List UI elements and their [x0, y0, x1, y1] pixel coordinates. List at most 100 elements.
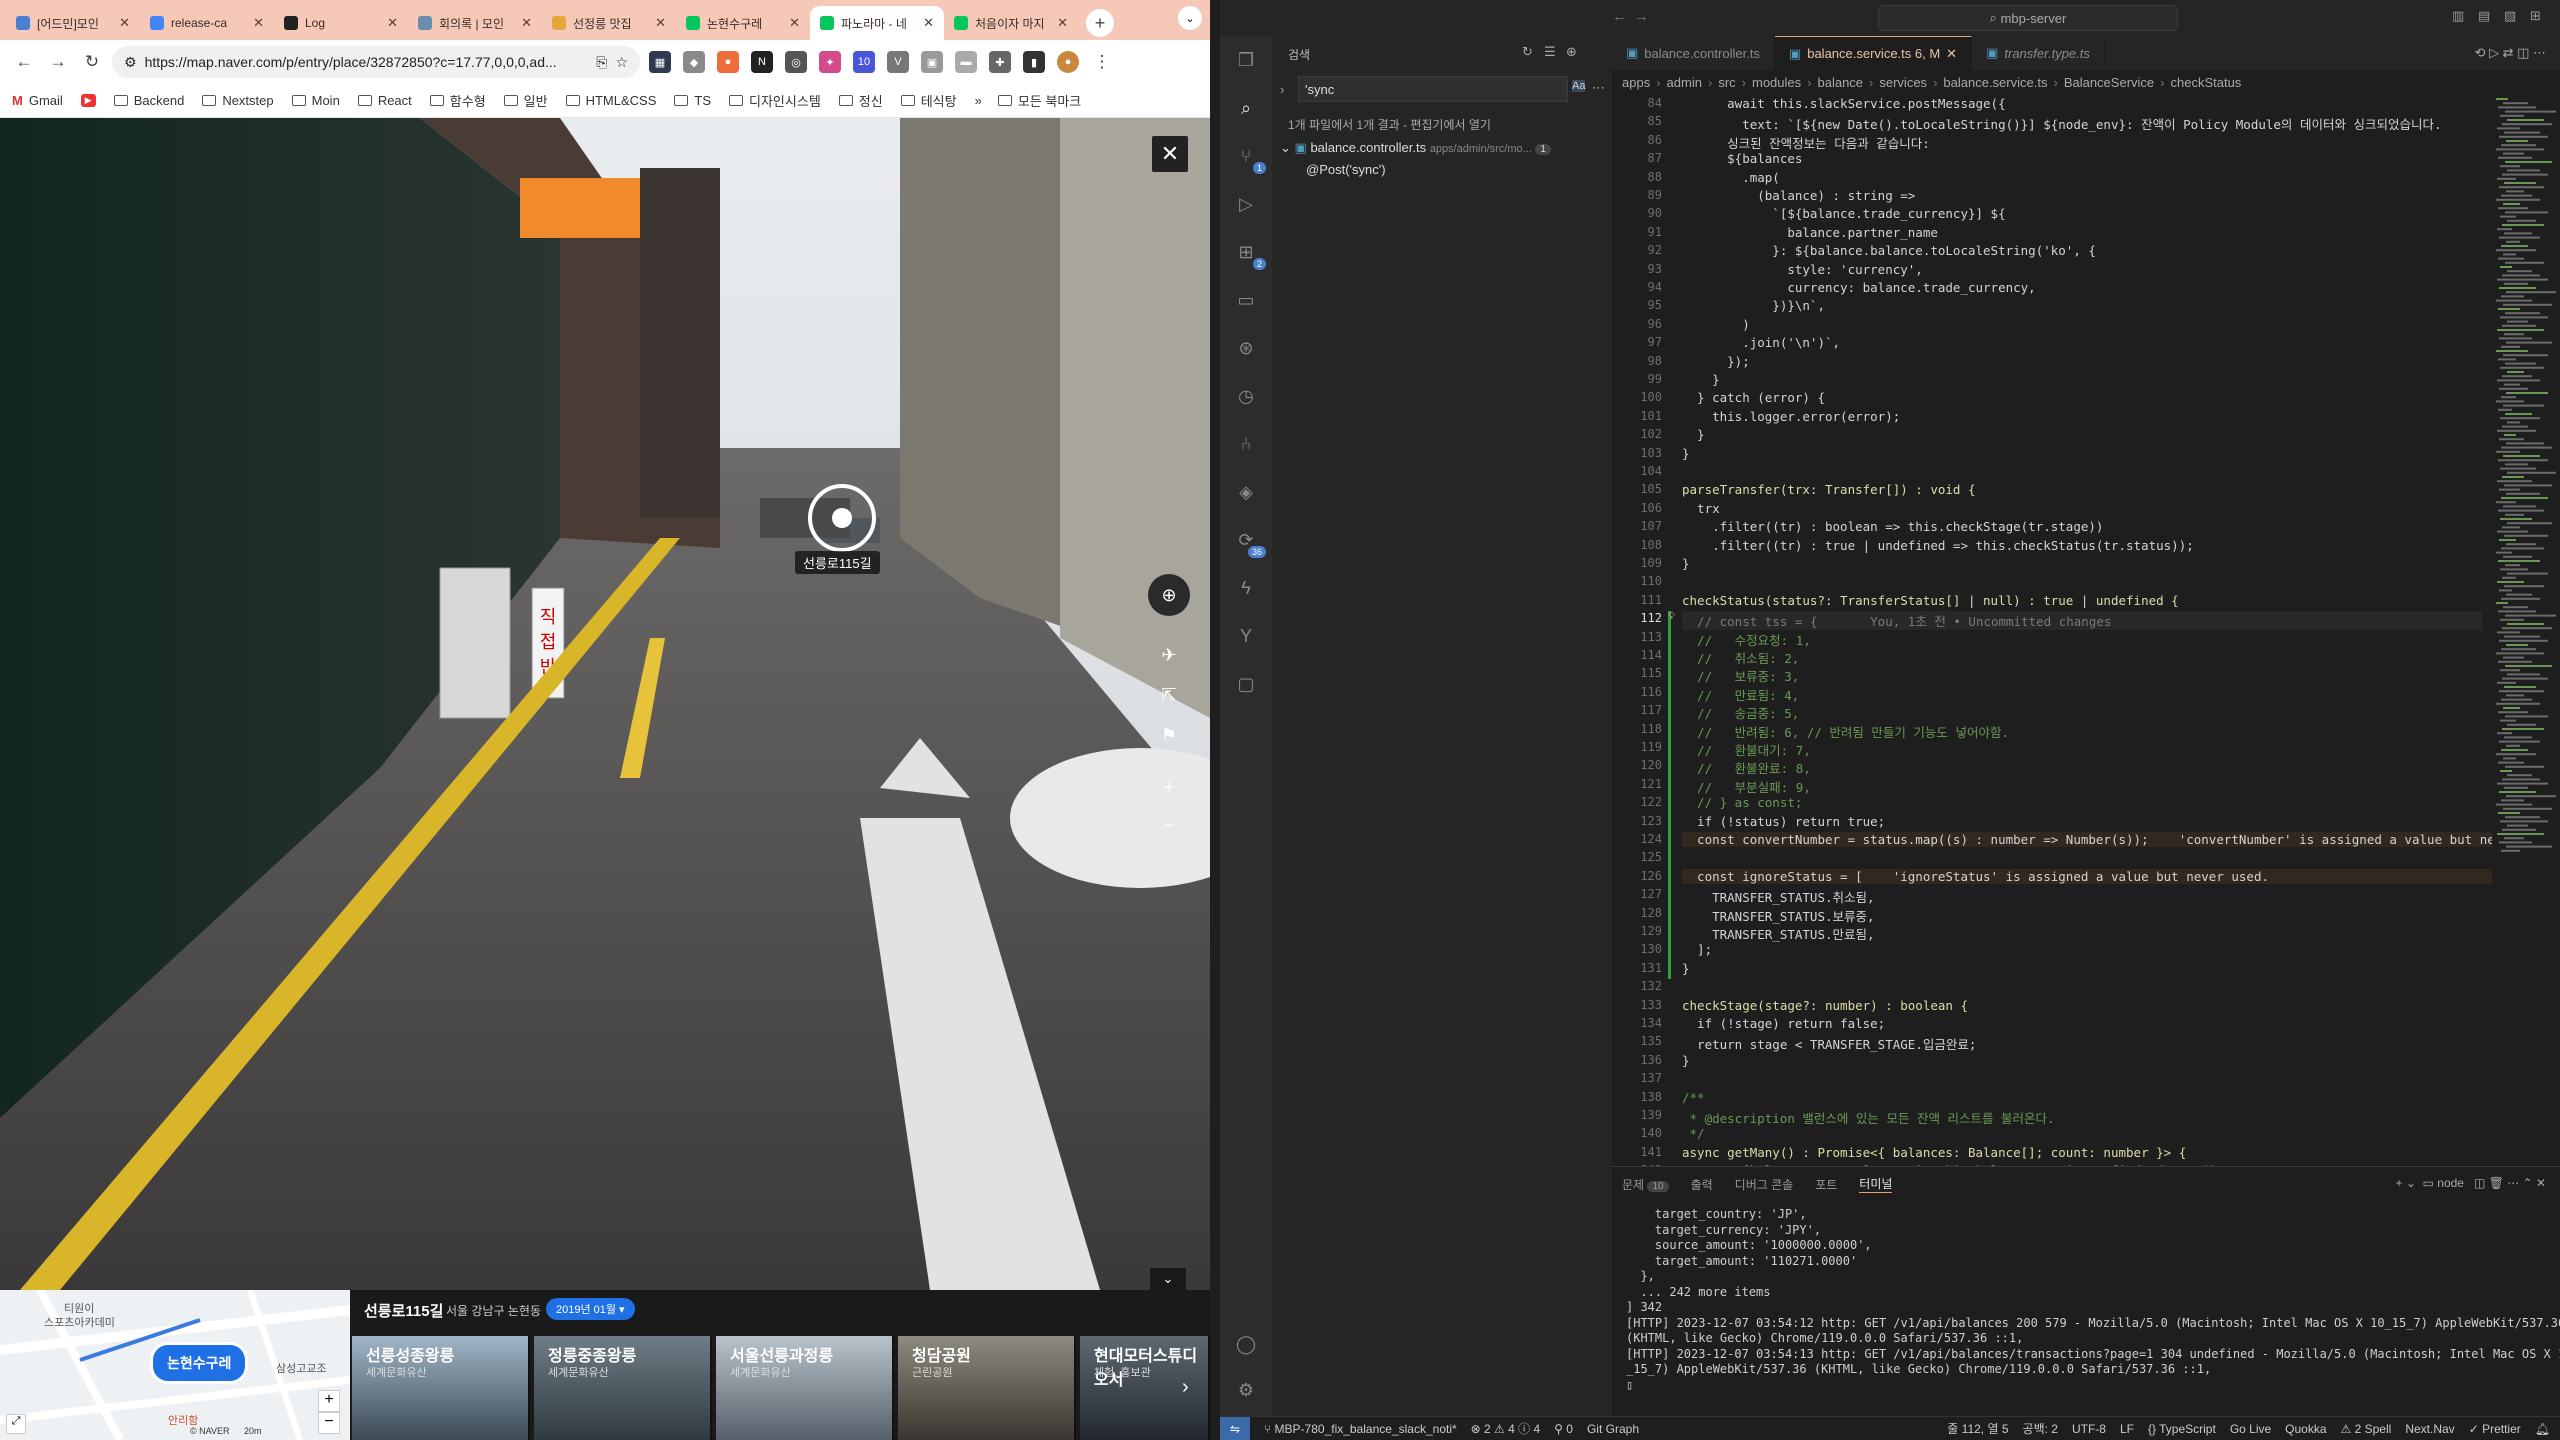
- ports-status[interactable]: ⚲ 0: [1554, 1422, 1573, 1436]
- nearby-thumb[interactable]: 청담공원 근린공원: [898, 1336, 1076, 1440]
- prettier-status[interactable]: ✓ Prettier: [2469, 1422, 2521, 1436]
- code-line[interactable]: * @description 밸런스에 있는 모든 잔액 리스트를 불러온다.: [1682, 1108, 2055, 1127]
- minimap-expand-icon[interactable]: ⤢: [6, 1414, 26, 1434]
- problems-status[interactable]: ⊗ 2 ⚠ 4 ⓘ 4: [1471, 1420, 1541, 1437]
- browser-tab[interactable]: 파노라마 - 네 ✕: [810, 6, 944, 40]
- nearby-thumb[interactable]: 서울선릉과정릉 세계문화유산: [716, 1336, 894, 1440]
- account-icon[interactable]: ◯: [1232, 1330, 1260, 1358]
- street-view-panorama[interactable]: 직 접 반 ✕ 선릉로115길 ⊕ ✈ ⇱ ⚑ + − ⌄: [0, 118, 1210, 1290]
- close-tab-icon[interactable]: ✕: [387, 15, 398, 31]
- code-line[interactable]: TRANSFER_STATUS.취소됨,: [1682, 887, 1874, 906]
- next-nav-status[interactable]: Next.Nav: [2405, 1422, 2454, 1436]
- run-debug-icon[interactable]: ▷: [1232, 190, 1260, 218]
- code-view[interactable]: 84 await this.slackService.postMessage({…: [1612, 94, 2492, 1166]
- next-thumbs-arrow-icon[interactable]: ›: [1182, 1376, 1189, 1399]
- bookmark-item[interactable]: 디자인시스템: [729, 91, 821, 110]
- extension-icon[interactable]: 10: [853, 51, 875, 73]
- code-line[interactable]: }: [1682, 961, 1690, 976]
- code-line[interactable]: trx: [1682, 501, 1720, 516]
- code-line[interactable]: // 수정요청: 1,: [1682, 630, 1811, 649]
- panel-tab[interactable]: 출력: [1691, 1176, 1713, 1193]
- cursor-position[interactable]: 줄 112, 열 5: [1947, 1420, 2008, 1437]
- breadcrumb-item[interactable]: balance.service.ts: [1943, 75, 2047, 90]
- eol-status[interactable]: LF: [2120, 1422, 2134, 1436]
- code-line[interactable]: }: [1682, 427, 1705, 442]
- search-input[interactable]: 'sync: [1298, 76, 1568, 102]
- code-line[interactable]: this.logger.error(error);: [1682, 409, 1900, 424]
- code-line[interactable]: .filter((tr) : true | undefined => this.…: [1682, 538, 2194, 553]
- forward-button[interactable]: →: [44, 48, 72, 76]
- code-line[interactable]: parseTransfer(trx: Transfer[]) : void {: [1682, 482, 1976, 497]
- close-tab-icon[interactable]: ✕: [521, 15, 532, 31]
- code-line[interactable]: if (!stage) return false;: [1682, 1016, 1885, 1031]
- breadcrumb-item[interactable]: modules: [1752, 75, 1801, 90]
- code-line[interactable]: text: `[${new Date().toLocaleString()}] …: [1682, 114, 2441, 133]
- browser-tab[interactable]: 선정릉 맛집 ✕: [542, 6, 676, 40]
- match-case-icon[interactable]: Aa: [1572, 80, 1586, 92]
- code-line[interactable]: })}\n`,: [1682, 298, 1825, 313]
- panel-tab[interactable]: 문제 10: [1622, 1176, 1669, 1193]
- code-line[interactable]: // 취소됨: 2,: [1682, 648, 1799, 667]
- clear-results-icon[interactable]: ☰: [1544, 44, 1556, 60]
- minimap-zoom-in[interactable]: +: [318, 1390, 340, 1412]
- code-line[interactable]: 싱크된 잔액정보는 다음과 같습니다:: [1682, 133, 1930, 152]
- code-line[interactable]: // 반려됨: 6, // 반려됨 만들기 기능도 넣어야함.: [1682, 722, 2009, 741]
- code-line[interactable]: if (!status) return true;: [1682, 814, 1885, 829]
- remote-indicator[interactable]: ⇋: [1220, 1416, 1250, 1440]
- branch-status[interactable]: ⑂ MBP-780_fix_balance_slack_noti*: [1264, 1422, 1457, 1436]
- breadcrumb-item[interactable]: src: [1718, 75, 1735, 90]
- cast-icon[interactable]: ⎘: [596, 54, 607, 71]
- code-line[interactable]: .map(: [1682, 170, 1780, 185]
- editor-tab[interactable]: ▣ balance.controller.ts: [1612, 36, 1775, 70]
- code-line[interactable]: .filter((tr) : boolean => this.checkStag…: [1682, 519, 2103, 534]
- extensions-puzzle-icon[interactable]: ✚: [989, 51, 1011, 73]
- breadcrumb[interactable]: apps › admin › src › modules › balance › services ›…: [1612, 70, 2560, 94]
- search-result-line[interactable]: @Post('sync'): [1306, 162, 1386, 177]
- extension-icon[interactable]: ▦: [649, 51, 671, 73]
- nearby-thumb[interactable]: 선릉성종왕릉 세계문화유산: [352, 1336, 530, 1440]
- code-line[interactable]: TRANSFER_STATUS.만료됨,: [1682, 924, 1874, 943]
- extensions-icon[interactable]: ⊞ 2: [1232, 238, 1266, 270]
- close-tab-icon[interactable]: ✕: [655, 15, 666, 31]
- browser-tab[interactable]: 회의록 | 모인 ✕: [408, 6, 542, 40]
- close-panorama-button[interactable]: ✕: [1152, 136, 1188, 172]
- code-line[interactable]: checkStatus(status?: TransferStatus[] | …: [1682, 593, 2179, 608]
- code-line[interactable]: }: [1682, 556, 1690, 571]
- editor-tab[interactable]: ▣ transfer.type.ts: [1972, 36, 2105, 70]
- bookmark-item[interactable]: Nextstep: [202, 93, 274, 108]
- code-line[interactable]: `[${balance.trade_currency}] ${: [1682, 206, 2005, 221]
- close-tab-icon[interactable]: ✕: [119, 15, 130, 31]
- code-line[interactable]: // 환불완료: 8,: [1682, 758, 1811, 777]
- code-line[interactable]: async getMany() : Promise<{ balances: Ba…: [1682, 1145, 2186, 1160]
- go-live-status[interactable]: Go Live: [2230, 1422, 2271, 1436]
- share-icon[interactable]: ⇱: [1152, 678, 1186, 712]
- extension-icon[interactable]: ▣: [921, 51, 943, 73]
- extension-icon[interactable]: ✦: [819, 51, 841, 73]
- minimap[interactable]: 논현수구레 티원이 스포츠아카데미 삼성고교조 안리함 + − © NAVER …: [0, 1290, 350, 1440]
- code-line[interactable]: ];: [1682, 942, 1712, 957]
- new-tab-button[interactable]: +: [1086, 9, 1114, 37]
- editor-minimap[interactable]: [2492, 94, 2560, 1166]
- code-line[interactable]: await this.slackService.postMessage({: [1682, 96, 2005, 111]
- extension-icon[interactable]: ▬: [955, 51, 977, 73]
- chevron-right-icon[interactable]: »: [975, 93, 982, 108]
- browser-tab[interactable]: Log ✕: [274, 6, 408, 40]
- compass-control[interactable]: ⊕: [1148, 574, 1190, 616]
- quokka-status[interactable]: Quokka: [2285, 1422, 2326, 1436]
- extension-icon[interactable]: ◆: [683, 51, 705, 73]
- bookmark-item[interactable]: HTML&CSS: [565, 93, 656, 108]
- bookmark-item[interactable]: TS: [674, 93, 711, 108]
- breadcrumb-item[interactable]: checkStatus: [2170, 75, 2241, 90]
- breadcrumb-item[interactable]: admin: [1667, 75, 1702, 90]
- close-tab-icon[interactable]: ✕: [253, 15, 264, 31]
- code-line[interactable]: }: [1682, 446, 1690, 461]
- sidepanel-icon[interactable]: ▮: [1023, 51, 1045, 73]
- collapse-thumbs-button[interactable]: ⌄: [1150, 1268, 1186, 1290]
- code-line[interactable]: // const tss = { You, 1초 전 • Uncommitted…: [1682, 611, 2482, 631]
- address-bar[interactable]: ⚙ https://map.naver.com/p/entry/place/32…: [112, 46, 640, 78]
- search-summary[interactable]: 1개 파일에서 1개 결과 - 편집기에서 열기: [1288, 116, 1491, 133]
- docker-icon[interactable]: ◈: [1232, 478, 1260, 506]
- code-line[interactable]: }: [1682, 1053, 1690, 1068]
- code-line[interactable]: });: [1682, 354, 1750, 369]
- zoom-in-button[interactable]: +: [1152, 770, 1186, 804]
